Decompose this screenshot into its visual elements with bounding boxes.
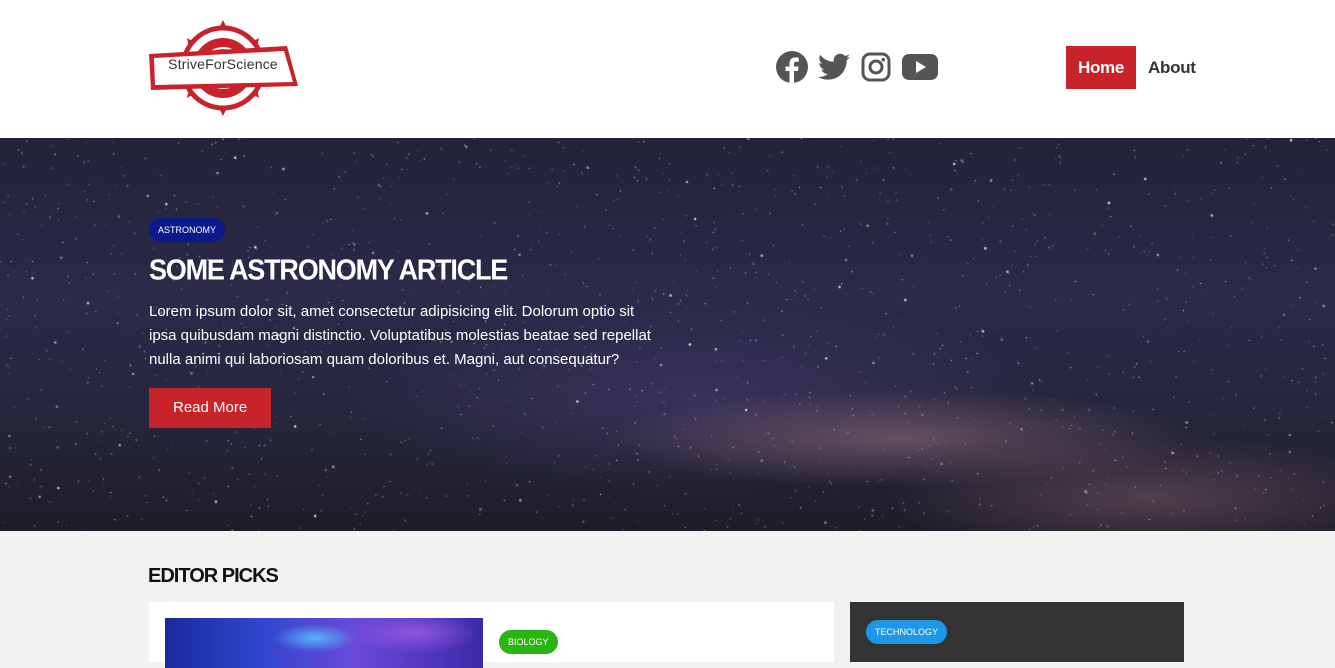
social-links xyxy=(776,51,948,83)
hero-excerpt: Lorem ipsum dolor sit, amet consectetur … xyxy=(149,303,651,368)
editor-pick-card-technology[interactable]: TECHNOLOGY xyxy=(850,602,1184,662)
main-nav: Home About xyxy=(1066,46,1196,89)
site-header: StriveForScience Home About xyxy=(0,0,1335,138)
read-more-button[interactable]: Read More xyxy=(149,388,272,428)
youtube-icon[interactable] xyxy=(902,51,938,83)
nav-about-link[interactable]: About xyxy=(1136,46,1196,89)
twitter-icon[interactable] xyxy=(818,51,850,83)
category-badge-astronomy[interactable]: ASTRONOMY xyxy=(149,218,226,242)
facebook-icon[interactable] xyxy=(776,51,808,83)
editor-pick-card-biology[interactable]: BIOLOGY xyxy=(149,602,834,668)
site-logo[interactable]: StriveForScience xyxy=(147,14,299,122)
hero-banner: ASTRONOMY SOME ASTRONOMY ARTICLE Lorem i… xyxy=(0,138,1335,531)
hero-title: SOME ASTRONOMY ARTICLE xyxy=(149,254,508,286)
hero-content: ASTRONOMY SOME ASTRONOMY ARTICLE Lorem i… xyxy=(149,218,669,428)
instagram-icon[interactable] xyxy=(860,51,892,83)
category-badge-biology[interactable]: BIOLOGY xyxy=(499,630,558,654)
logo-text: StriveForScience xyxy=(168,56,278,72)
nav-home-link[interactable]: Home xyxy=(1066,46,1137,89)
editor-picks-heading: EDITOR PICKS xyxy=(148,565,279,587)
card-thumbnail[interactable] xyxy=(165,618,483,668)
category-badge-technology[interactable]: TECHNOLOGY xyxy=(866,620,948,644)
